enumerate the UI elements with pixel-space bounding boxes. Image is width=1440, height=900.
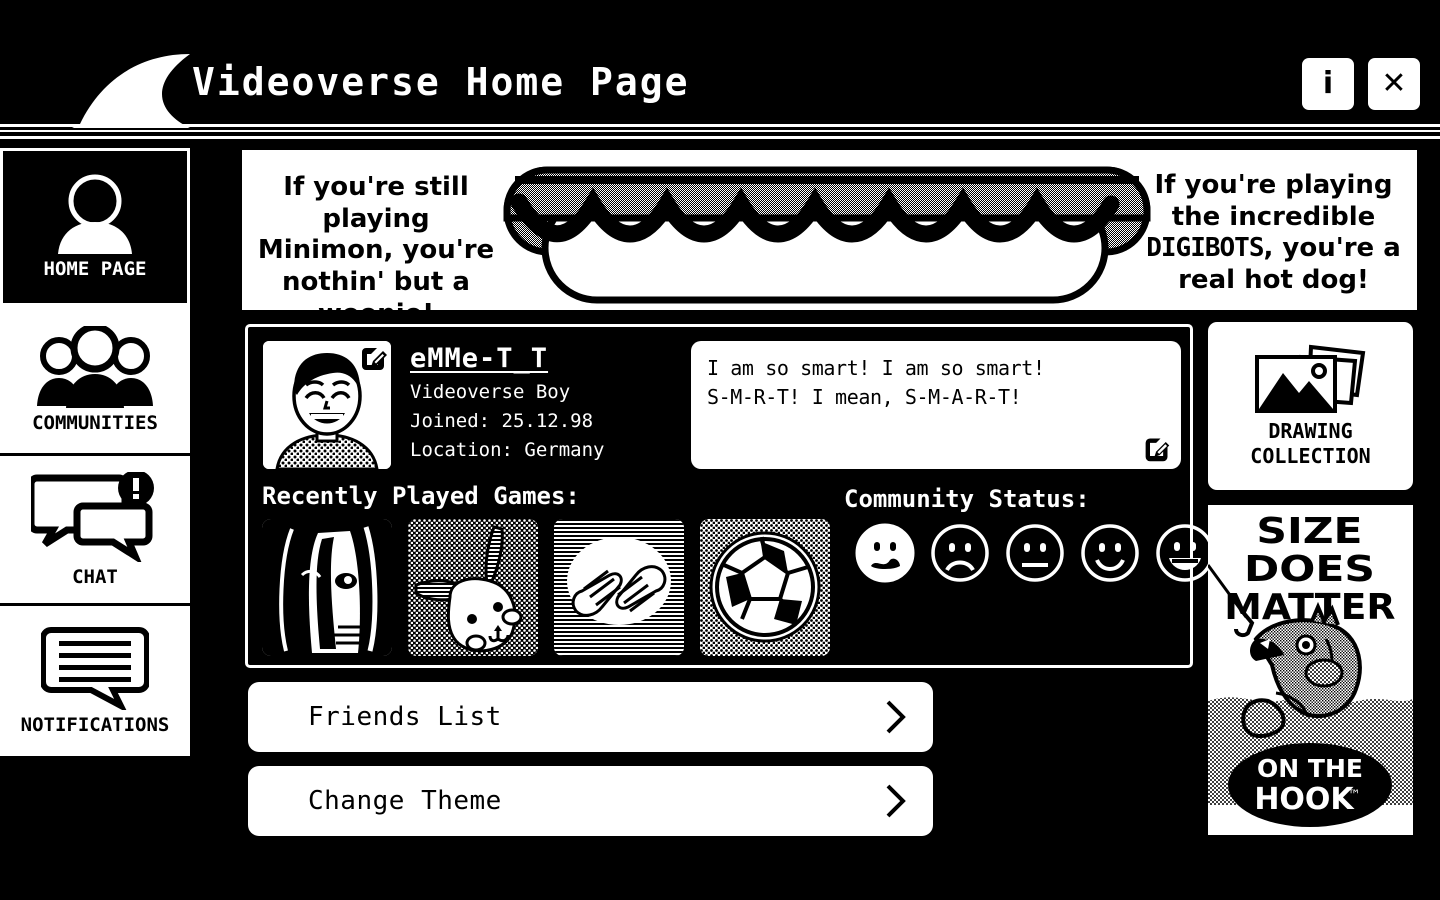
community-status-faces: [854, 522, 1216, 584]
drawing-collection-card[interactable]: DRAWING COLLECTION: [1208, 322, 1413, 490]
recently-played-games-list: [262, 519, 830, 656]
drawing-collection-line1: DRAWING: [1268, 419, 1353, 443]
people-group-icon: [37, 325, 153, 408]
ad-headline-2: DOES: [1244, 548, 1375, 590]
sidebar-item-home-page[interactable]: HOME PAGE: [0, 148, 190, 306]
promo-banner[interactable]: If you're still playing Minimon, you're …: [242, 150, 1417, 310]
drawing-collection-line2: COLLECTION: [1250, 444, 1371, 468]
chevron-right-icon: [886, 784, 906, 818]
banner-left-text: If you're still playing Minimon, you're …: [257, 172, 495, 310]
close-button[interactable]: ✕: [1368, 58, 1420, 110]
wave-logo-icon: [72, 54, 190, 128]
manga-girl-portrait-game: [262, 519, 392, 656]
sidebar-item-notifications[interactable]: NOTIFICATIONS: [0, 606, 190, 756]
soccer-ball-game: [700, 519, 830, 656]
sad-face[interactable]: [929, 522, 991, 584]
app-window: Videoverse Home Page i ✕ HOME PAGE COMMU…: [0, 0, 1440, 900]
clapping-hands-game: [554, 519, 684, 656]
status-message-line2: S-M-R-T! I mean, S-M-A-R-T!: [707, 385, 1022, 409]
profile-joined: Joined: 25.12.98: [410, 410, 594, 432]
user-avatar-icon: [58, 174, 132, 254]
sidebar-item-label: CHAT: [72, 565, 118, 588]
chat-bubbles-icon: [31, 471, 154, 562]
profile-subtitle: Videoverse Boy: [410, 381, 571, 403]
smile-face[interactable]: [1079, 522, 1141, 584]
drawing-collection-label: DRAWING COLLECTION: [1250, 419, 1370, 469]
profile-username[interactable]: eMMe-T_T: [410, 343, 604, 374]
status-message-box[interactable]: I am so smart! I am so smart! S-M-R-T! I…: [691, 341, 1181, 469]
recently-played-heading: Recently Played Games:: [262, 482, 580, 510]
window-controls: i ✕: [1302, 58, 1420, 110]
hot-dog-illustration: [503, 166, 1151, 304]
community-status-heading: Community Status:: [844, 485, 1090, 513]
sidebar-item-chat[interactable]: CHAT: [0, 456, 190, 606]
pencil-edit-icon[interactable]: [1143, 435, 1171, 463]
close-icon: ✕: [1381, 66, 1407, 101]
ad-headline-1: SIZE: [1256, 510, 1362, 552]
game-tile[interactable]: [554, 519, 684, 656]
bunny-creature-game: [408, 519, 538, 656]
friends-list-label: Friends List: [308, 702, 502, 732]
grin-face[interactable]: [1154, 522, 1216, 584]
profile-card: eMMe-T_T Videoverse Boy Joined: 25.12.98…: [245, 324, 1214, 668]
sidebar-item-label: HOME PAGE: [43, 258, 147, 280]
profile-location: Location: Germany: [410, 439, 605, 461]
info-button[interactable]: i: [1302, 58, 1354, 110]
status-message-line1: I am so smart! I am so smart!: [707, 356, 1045, 380]
advertisement-card[interactable]: SIZE DOES MATTER ON THE HOOK ™: [1208, 505, 1413, 835]
worried-face[interactable]: [854, 522, 916, 584]
ad-trademark: ™: [1348, 788, 1361, 803]
title-bar: Videoverse Home Page i ✕: [0, 0, 1440, 128]
ad-brand-line2: HOOK: [1254, 782, 1355, 817]
window-title: Videoverse Home Page: [192, 60, 690, 104]
header-divider-3: [0, 136, 1440, 139]
banner-brand-digibots: DIGIBOTS: [1146, 233, 1264, 264]
ad-brand-line1: ON THE: [1257, 754, 1363, 783]
change-theme-label: Change Theme: [308, 786, 502, 816]
sidebar: HOME PAGE COMMUNITIES CHAT NOTIFICATIONS: [0, 148, 190, 756]
avatar[interactable]: [263, 341, 391, 469]
profile-info: eMMe-T_T Videoverse Boy Joined: 25.12.98…: [410, 343, 604, 461]
pencil-edit-icon[interactable]: [357, 343, 389, 375]
game-tile[interactable]: [408, 519, 538, 656]
fish-on-hook-illustration: SIZE DOES MATTER ON THE HOOK ™: [1208, 505, 1413, 835]
game-tile[interactable]: [262, 519, 392, 656]
banner-right-pre: If you're playing the incredible: [1154, 170, 1393, 232]
header-divider-1: [0, 124, 1440, 127]
chevron-right-icon: [886, 700, 906, 734]
sidebar-item-label: COMMUNITIES: [32, 411, 158, 434]
banner-right-text: If you're playing the incredible DIGIBOT…: [1136, 170, 1411, 297]
neutral-face[interactable]: [1004, 522, 1066, 584]
header-divider-2: [0, 130, 1440, 132]
friends-list-button[interactable]: Friends List: [248, 682, 933, 752]
info-icon: i: [1322, 66, 1334, 101]
game-tile[interactable]: [700, 519, 830, 656]
notification-icon: [41, 627, 149, 710]
photo-stack-icon: [1254, 344, 1365, 413]
sidebar-item-communities[interactable]: COMMUNITIES: [0, 306, 190, 456]
change-theme-button[interactable]: Change Theme: [248, 766, 933, 836]
sidebar-item-label: NOTIFICATIONS: [20, 714, 170, 736]
